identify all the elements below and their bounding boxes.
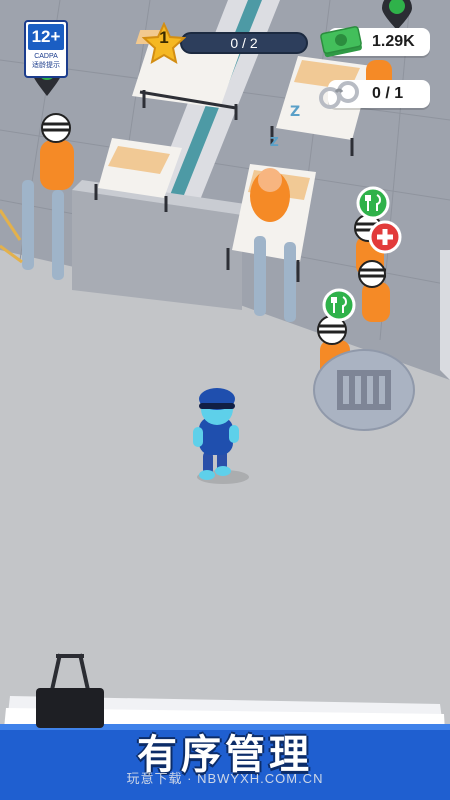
- age-rating-badge: 12+ CADPA 适龄提示: [24, 20, 68, 78]
- watermark: 玩意下载 · NBWYXH.COM.CN: [126, 771, 324, 786]
- red-cross-icon: [368, 220, 402, 254]
- level-progress-bar: 0 / 2: [180, 32, 308, 54]
- age-rating-hint: 适龄提示: [32, 62, 60, 69]
- cell-door-icon[interactable]: [312, 345, 416, 435]
- cash-icon: [320, 26, 362, 58]
- level-progress-text: 0 / 2: [230, 35, 258, 51]
- handcuffs-icon: [319, 81, 359, 109]
- prisoner-right-2: [358, 260, 390, 322]
- binder-clip-icon: [36, 653, 104, 728]
- age-rating-org: CADPA: [34, 53, 58, 60]
- level-number: 1: [159, 28, 169, 47]
- money-value: 1.29K: [372, 33, 415, 50]
- fork-knife-icon: [356, 186, 390, 220]
- svg-text:Z: Z: [290, 104, 300, 120]
- svg-text:Z: Z: [270, 135, 279, 149]
- age-rating: 12+: [28, 24, 64, 50]
- fork-knife-icon: [322, 288, 356, 322]
- prisoner-count-value: 0 / 1: [372, 85, 404, 102]
- prisoner-left-1: [40, 113, 74, 190]
- player-police-officer[interactable]: [185, 385, 255, 485]
